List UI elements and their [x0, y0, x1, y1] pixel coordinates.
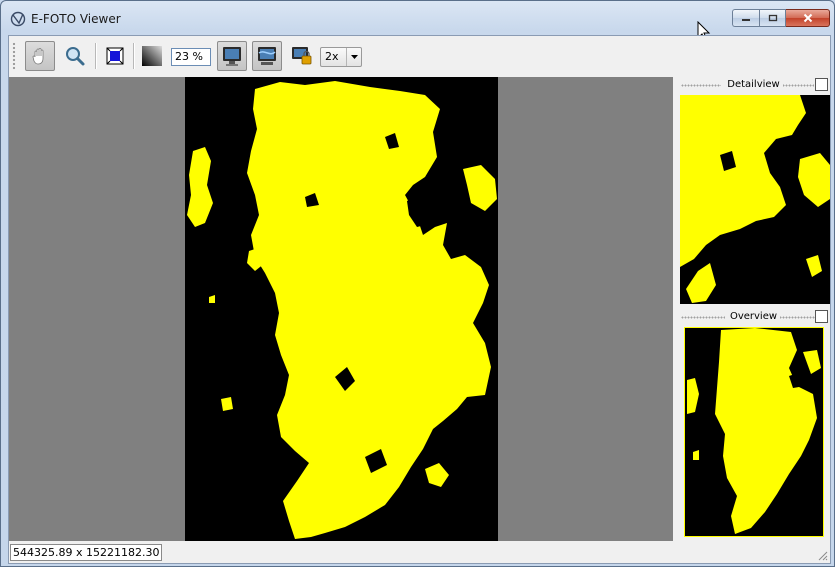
zoom-tool-button[interactable] [60, 41, 90, 71]
monitor-icon [223, 47, 241, 66]
maximize-button[interactable] [759, 9, 786, 27]
restore-icon [768, 14, 777, 22]
toolbar-separator [95, 43, 97, 69]
scale-combo[interactable]: 2x [320, 47, 362, 67]
float-dock-icon[interactable] [815, 78, 828, 91]
gradient-icon [142, 46, 162, 66]
monitor-network-icon [258, 47, 276, 65]
overview-toggle-button[interactable] [252, 41, 282, 71]
float-dock-icon[interactable] [815, 310, 828, 323]
detail-view-dock: Detailview [677, 77, 830, 306]
coordinate-readout: 544325.89 x 15221182.30 [10, 544, 163, 561]
overview-image [687, 328, 821, 534]
detail-view-toggle-button[interactable] [217, 41, 247, 71]
fit-view-icon [106, 47, 124, 65]
caption-buttons [732, 9, 830, 27]
main-image-viewport[interactable] [9, 77, 673, 541]
fit-view-button[interactable] [100, 41, 130, 71]
detail-view-title-bar[interactable]: Detailview [677, 77, 830, 93]
detail-view-title: Detailview [724, 79, 783, 90]
toolbar-grip[interactable] [12, 42, 16, 70]
toolbar: 23 % 2x [9, 36, 830, 76]
raster-image[interactable] [185, 77, 498, 541]
raster-image-content [187, 81, 497, 539]
toolbar-separator [133, 43, 135, 69]
detail-view-canvas[interactable] [680, 95, 830, 304]
monitor-lock-icon [292, 47, 312, 65]
window-title: E-FOTO Viewer [31, 12, 121, 26]
pan-tool-button[interactable] [25, 41, 55, 71]
resize-grip-icon[interactable] [816, 549, 828, 561]
contrast-button[interactable] [137, 41, 167, 71]
overview-title-bar[interactable]: Overview [677, 309, 830, 325]
efoto-app-icon [10, 11, 26, 27]
detail-view-image [680, 95, 830, 303]
minimize-icon [742, 19, 750, 21]
minimize-button[interactable] [732, 9, 759, 27]
magnifier-icon [66, 47, 85, 66]
client-area: 23 % 2x Detailview Overview 544325.89 x … [8, 35, 831, 564]
efoto-viewer-window: E-FOTO Viewer 23 % 2x Detailview Overvie… [0, 0, 835, 567]
overview-title: Overview [726, 311, 781, 322]
chevron-down-icon[interactable] [346, 48, 361, 66]
status-bar: 544325.89 x 15221182.30 [9, 541, 830, 563]
close-button[interactable] [786, 9, 830, 27]
overview-dock: Overview [677, 309, 830, 541]
overview-canvas[interactable] [684, 327, 824, 537]
lock-view-button[interactable] [287, 41, 317, 71]
scale-combo-value: 2x [325, 50, 339, 63]
hand-icon [32, 48, 44, 65]
close-icon [803, 13, 812, 23]
zoom-percent-input[interactable]: 23 % [171, 48, 211, 66]
